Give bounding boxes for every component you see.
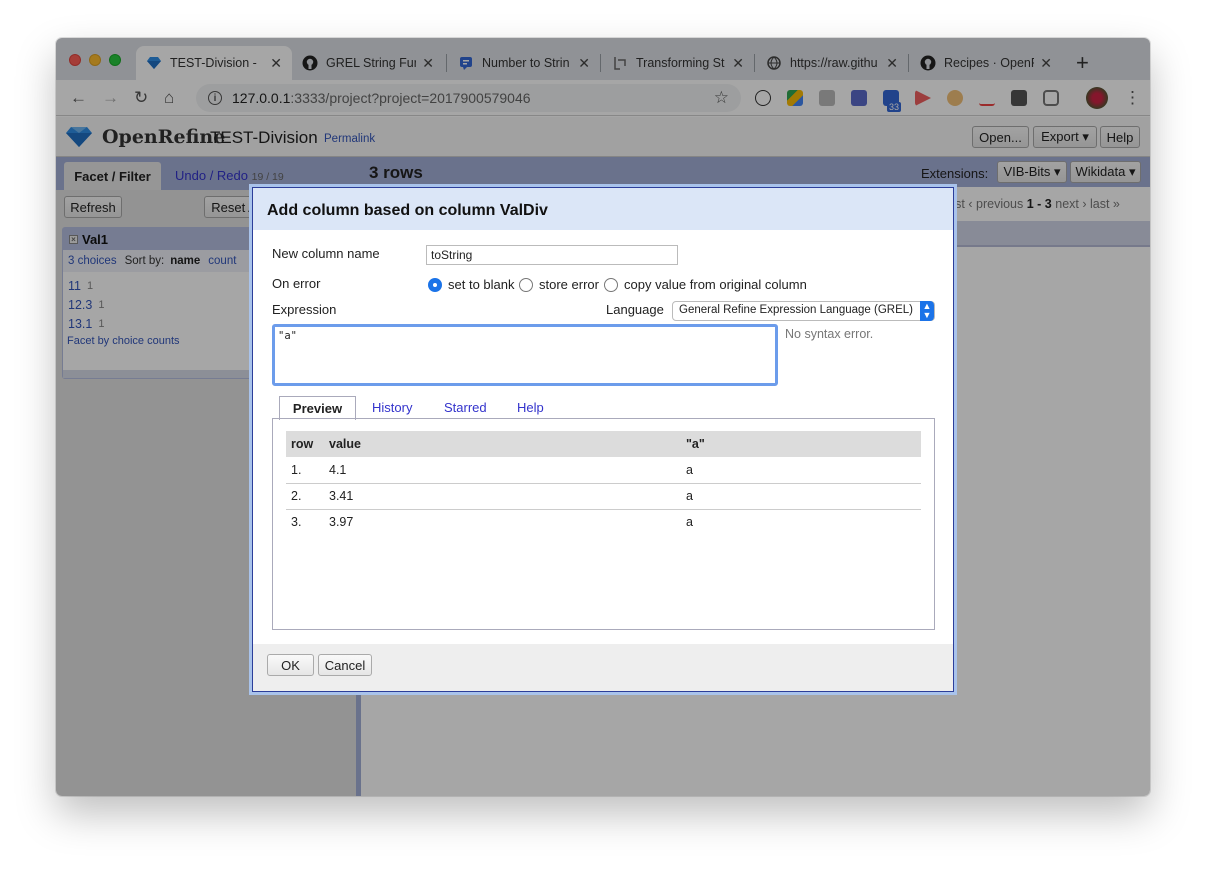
column-header: "a" (681, 431, 921, 457)
row-number: 1. (286, 457, 324, 484)
tab-starred[interactable]: Starred (444, 400, 487, 415)
new-column-name-input[interactable] (426, 245, 678, 265)
tab-help[interactable]: Help (517, 400, 544, 415)
row-number: 3. (291, 515, 302, 530)
dialog-title: Add column based on column ValDiv (253, 188, 953, 230)
radio-label: copy value from original column (624, 277, 807, 292)
preview-table: row value "a" 1. 4.1 a 2. 3.41 a 3. 3.97 (286, 431, 921, 535)
tab-preview[interactable]: Preview (279, 396, 356, 420)
row-number: 2. (286, 483, 324, 510)
add-column-dialog: Add column based on column ValDiv New co… (252, 187, 954, 692)
on-error-store-error-radio[interactable]: store error (519, 277, 599, 292)
preview-header-row: row value "a" (286, 431, 921, 457)
radio-unselected-icon (519, 277, 533, 292)
row-result: a (681, 457, 921, 484)
ok-button[interactable]: OK (267, 654, 314, 676)
syntax-status: No syntax error. (785, 327, 874, 341)
radio-selected-icon (428, 277, 442, 292)
on-error-set-to-blank-radio[interactable]: set to blank (428, 277, 515, 292)
table-row: 3. 3.97 a (286, 509, 921, 535)
browser-window: TEST-Division - ✕ GREL String Fur ✕ Numb… (56, 38, 1150, 796)
new-column-name-label: New column name (272, 246, 380, 261)
on-error-label: On error (272, 276, 321, 291)
table-row: 1. 4.1 a (286, 457, 921, 484)
table-row: 2. 3.41 a (286, 483, 921, 510)
row-value: 4.1 (324, 457, 681, 484)
select-arrows-icon: ▲ ▼ (920, 301, 934, 321)
expression-label: Expression (272, 302, 337, 317)
expression-textarea[interactable]: "a" (272, 324, 778, 386)
row-result: a (686, 515, 693, 530)
column-header: row (286, 431, 324, 457)
radio-label: store error (539, 277, 599, 292)
dialog-footer: OK Cancel (253, 644, 953, 691)
row-value: 3.97 (329, 515, 354, 530)
row-result: a (681, 483, 921, 510)
radio-label: set to blank (448, 277, 515, 292)
radio-unselected-icon (604, 277, 618, 292)
cancel-button[interactable]: Cancel (318, 654, 372, 676)
language-label: Language (606, 302, 664, 317)
preview-panel: row value "a" 1. 4.1 a 2. 3.41 a 3. 3.97 (272, 418, 935, 630)
row-value: 3.41 (324, 483, 681, 510)
language-selected-value: General Refine Expression Language (GREL… (679, 304, 913, 316)
tab-history[interactable]: History (372, 400, 412, 415)
language-select[interactable]: General Refine Expression Language (GREL… (672, 301, 935, 321)
column-header: value (324, 431, 681, 457)
on-error-copy-value-radio[interactable]: copy value from original column (604, 277, 807, 292)
